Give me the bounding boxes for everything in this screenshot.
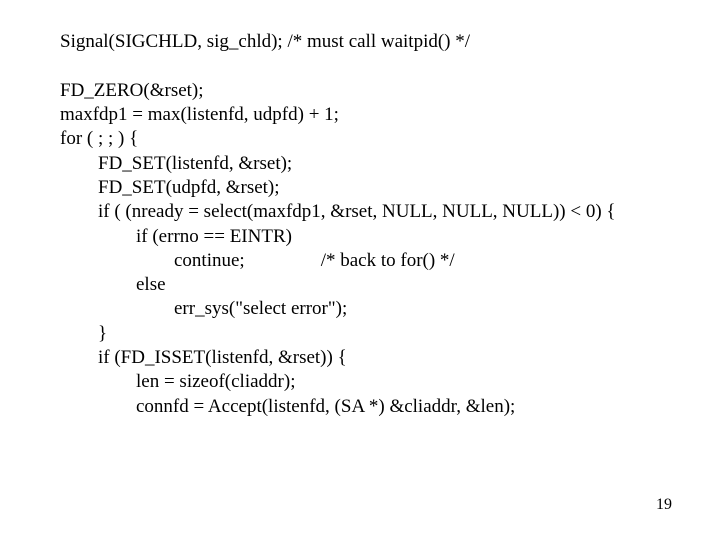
code-line: FD_ZERO(&rset);	[60, 80, 204, 101]
code-line: err_sys("select error");	[60, 298, 347, 319]
code-line: Signal(SIGCHLD, sig_chld); /* must call …	[60, 31, 470, 52]
code-line: connfd = Accept(listenfd, (SA *) &cliadd…	[60, 396, 515, 417]
code-line: else	[60, 274, 166, 295]
code-line: }	[60, 323, 107, 344]
code-line: if ( (nready = select(maxfdp1, &rset, NU…	[60, 201, 616, 222]
code-line: if (FD_ISSET(listenfd, &rset)) {	[60, 347, 347, 368]
code-line: maxfdp1 = max(listenfd, udpfd) + 1;	[60, 104, 339, 125]
page-number: 19	[656, 496, 672, 514]
code-line: for ( ; ; ) {	[60, 128, 138, 149]
code-line: FD_SET(listenfd, &rset);	[60, 153, 292, 174]
code-line: FD_SET(udpfd, &rset);	[60, 177, 280, 198]
code-line: len = sizeof(cliaddr);	[60, 371, 295, 392]
code-block: Signal(SIGCHLD, sig_chld); /* must call …	[0, 0, 720, 419]
code-line: continue; /* back to for() */	[60, 250, 455, 271]
code-line: if (errno == EINTR)	[60, 226, 292, 247]
